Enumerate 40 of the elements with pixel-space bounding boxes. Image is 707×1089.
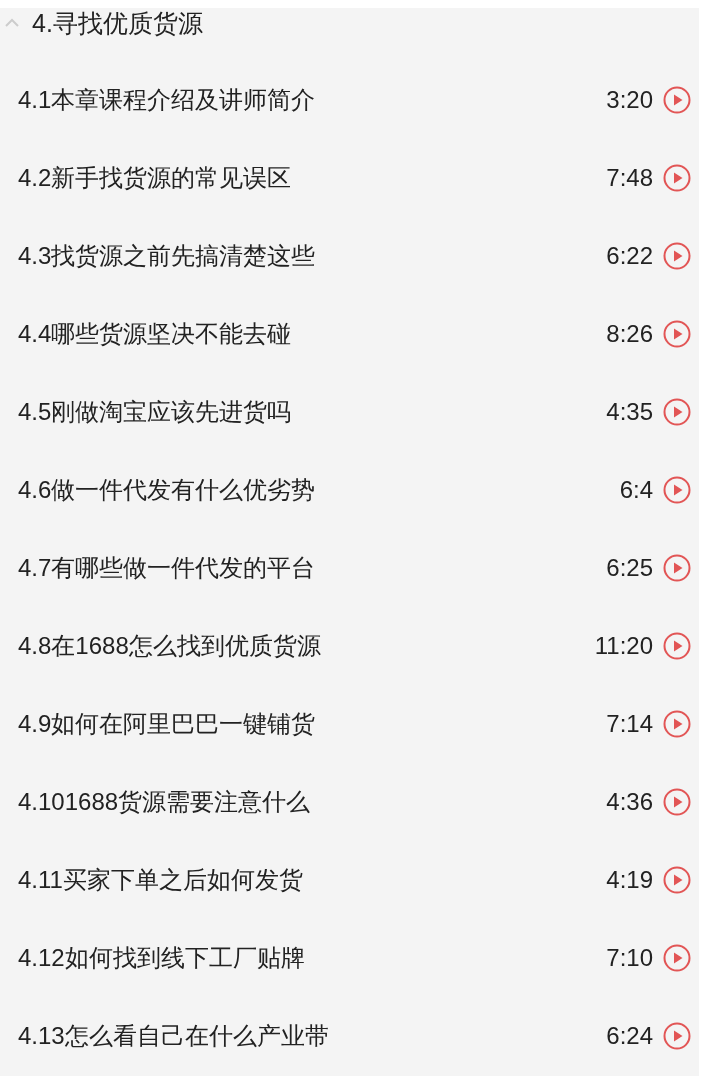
lesson-duration: 11:20: [594, 632, 653, 660]
play-icon[interactable]: [663, 554, 691, 582]
lesson-duration: 7:10: [606, 944, 653, 972]
lesson-title[interactable]: 4.7有哪些做一件代发的平台: [18, 552, 607, 584]
lesson-title[interactable]: 4.6做一件代发有什么优劣势: [18, 474, 620, 506]
play-icon[interactable]: [663, 164, 691, 192]
lesson-duration: 6:24: [606, 1022, 653, 1050]
lesson-duration: 3:20: [606, 86, 653, 114]
lesson-title[interactable]: 4.101688货源需要注意什么: [18, 786, 607, 818]
play-icon[interactable]: [663, 86, 691, 114]
lesson-title[interactable]: 4.4哪些货源坚决不能去碰: [18, 318, 607, 350]
lesson-title[interactable]: 4.2新手找货源的常见误区: [18, 162, 607, 194]
lesson-title[interactable]: 4.9如何在阿里巴巴一键铺货: [18, 708, 607, 740]
lesson-duration: 6:4: [619, 476, 653, 504]
lesson-title[interactable]: 4.11买家下单之后如何发货: [18, 864, 607, 896]
play-icon[interactable]: [663, 632, 691, 660]
lesson-duration: 4:36: [606, 788, 653, 816]
play-icon[interactable]: [663, 944, 691, 972]
lesson-duration: 8:26: [606, 320, 653, 348]
section-title: 4.寻找优质货源: [32, 8, 203, 38]
lesson-duration: 6:22: [606, 242, 653, 270]
lesson-title[interactable]: 4.1本章课程介绍及讲师简介: [18, 84, 607, 116]
lesson-duration: 7:48: [606, 164, 653, 192]
lesson-duration: 7:14: [606, 710, 653, 738]
play-icon[interactable]: [663, 866, 691, 894]
play-icon[interactable]: [663, 1022, 691, 1050]
lesson-title[interactable]: 4.3找货源之前先搞清楚这些: [18, 240, 607, 272]
play-icon[interactable]: [663, 320, 691, 348]
play-icon[interactable]: [663, 710, 691, 738]
lesson-title[interactable]: 4.12如何找到线下工厂贴牌: [18, 942, 607, 974]
lesson-title[interactable]: 4.8在1688怎么找到优质货源: [18, 630, 595, 662]
lesson-duration: 6:25: [606, 554, 653, 582]
lesson-duration: 4:19: [606, 866, 653, 894]
lesson-title[interactable]: 4.5刚做淘宝应该先进货吗: [18, 396, 607, 428]
lesson-title[interactable]: 4.13怎么看自己在什么产业带: [18, 1020, 607, 1052]
play-icon[interactable]: [663, 242, 691, 270]
lesson-duration: 4:35: [606, 398, 653, 426]
play-icon[interactable]: [663, 398, 691, 426]
play-icon[interactable]: [663, 476, 691, 504]
play-icon[interactable]: [663, 788, 691, 816]
